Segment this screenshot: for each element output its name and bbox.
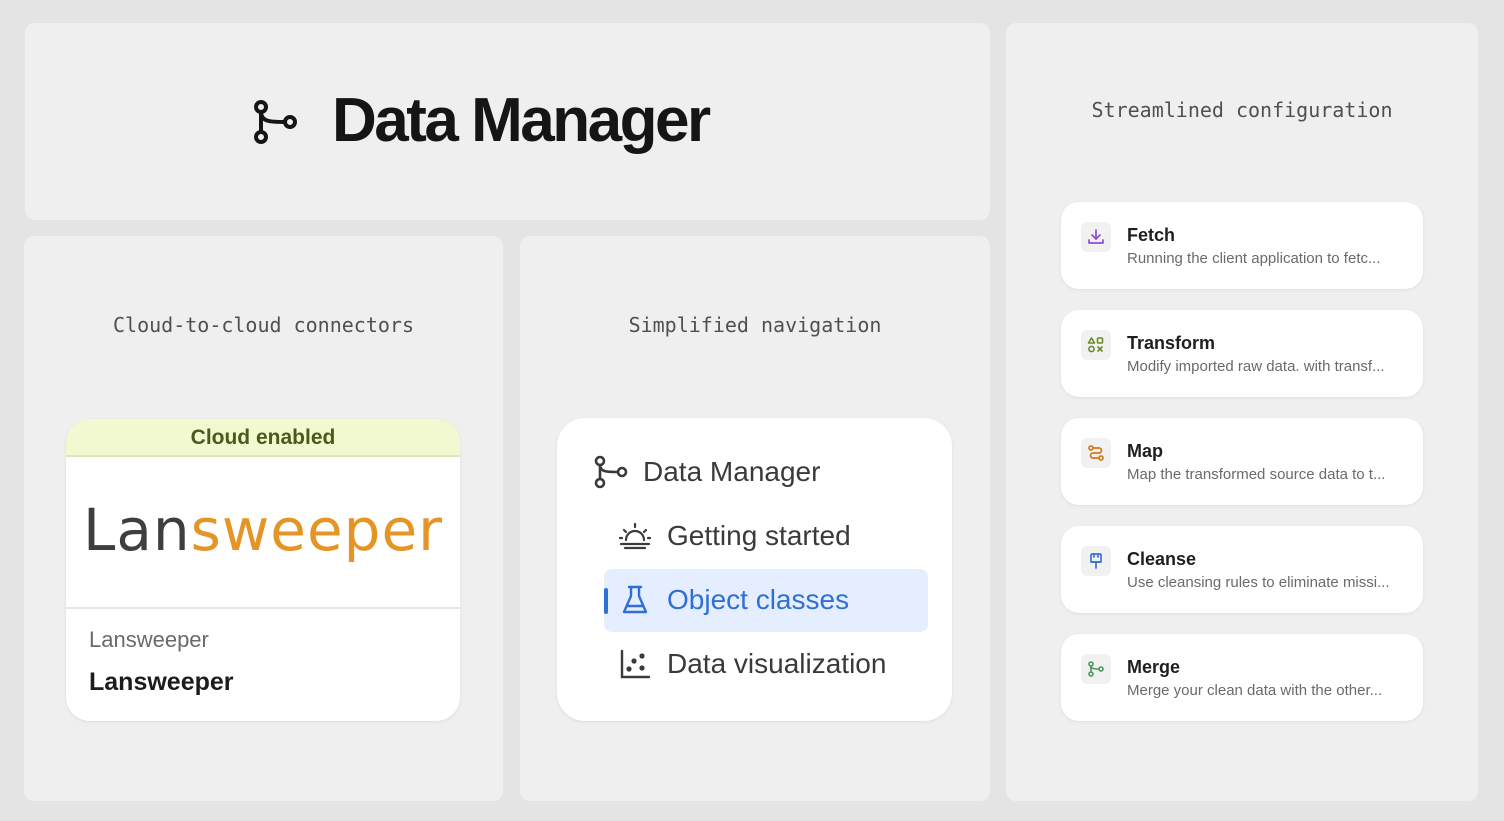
nav-item-getting-started[interactable]: Getting started (617, 518, 851, 554)
branch-icon (594, 455, 628, 489)
nav-item-data-visualization[interactable]: Data visualization (617, 646, 886, 682)
nav-root-label: Data Manager (643, 456, 821, 487)
route-icon (1081, 438, 1111, 468)
config-step-description: Modify imported raw data. with transf... (1127, 358, 1385, 375)
flask-icon (622, 585, 648, 614)
config-step-map[interactable]: Map Map the transformed source data to t… (1061, 418, 1423, 505)
page-title: Data Manager (332, 86, 711, 155)
download-icon (1081, 222, 1111, 252)
config-step-description: Use cleansing rules to eliminate missi..… (1127, 574, 1390, 591)
config-heading: Streamlined configuration (1091, 98, 1393, 122)
navigation-panel: Simplified navigation Data Manager Getti… (520, 236, 990, 801)
scatter-chart-icon (620, 649, 651, 679)
nav-item-object-classes[interactable]: Object classes (617, 582, 849, 618)
config-step-description: Merge your clean data with the other... (1127, 682, 1383, 699)
config-step-title: Fetch (1127, 225, 1176, 245)
branch-icon (254, 100, 297, 144)
config-step-title: Cleanse (1127, 549, 1197, 569)
connector-logo-area: Lansweeper (66, 457, 460, 609)
config-panel: Streamlined configuration Fetch Running … (1006, 23, 1478, 801)
connectors-heading: Cloud-to-cloud connectors (112, 313, 415, 337)
config-step-fetch[interactable]: Fetch Running the client application to … (1061, 202, 1423, 289)
connector-name: Lansweeper (89, 668, 234, 696)
nav-menu: Data Manager Getting started Object clas… (557, 418, 952, 721)
nav-root-item[interactable]: Data Manager (593, 454, 820, 490)
connector-card[interactable]: Cloud enabled Lansweeper Lansweeper Lans… (66, 419, 460, 721)
sunrise-icon (618, 522, 652, 550)
nav-item-label: Getting started (667, 520, 851, 551)
hero-panel: Data Manager (25, 23, 990, 220)
shapes-icon (1081, 330, 1111, 360)
config-step-title: Map (1127, 441, 1163, 461)
config-step-title: Transform (1127, 333, 1216, 353)
connectors-panel: Cloud-to-cloud connectors Cloud enabled … (24, 236, 503, 801)
nav-item-label: Data visualization (667, 648, 887, 679)
cloud-enabled-badge: Cloud enabled (66, 419, 460, 457)
lansweeper-logo: Lansweeper (66, 495, 460, 565)
nav-item-label: Object classes (667, 584, 850, 615)
connector-vendor: Lansweeper (89, 627, 209, 652)
config-step-transform[interactable]: Transform Modify imported raw data. with… (1061, 310, 1423, 397)
nav-active-indicator (604, 588, 608, 614)
logo-text-accent: sweeper (190, 496, 443, 564)
config-step-description: Map the transformed source data to t... (1127, 466, 1386, 483)
logo-text-dark: Lan (83, 496, 191, 564)
config-step-title: Merge (1127, 657, 1181, 677)
brush-icon (1081, 546, 1111, 576)
config-step-description: Running the client application to fetc..… (1127, 250, 1381, 267)
config-step-cleanse[interactable]: Cleanse Use cleansing rules to eliminate… (1061, 526, 1423, 613)
config-step-merge[interactable]: Merge Merge your clean data with the oth… (1061, 634, 1423, 721)
navigation-heading: Simplified navigation (628, 313, 882, 337)
merge-icon (1081, 654, 1111, 684)
